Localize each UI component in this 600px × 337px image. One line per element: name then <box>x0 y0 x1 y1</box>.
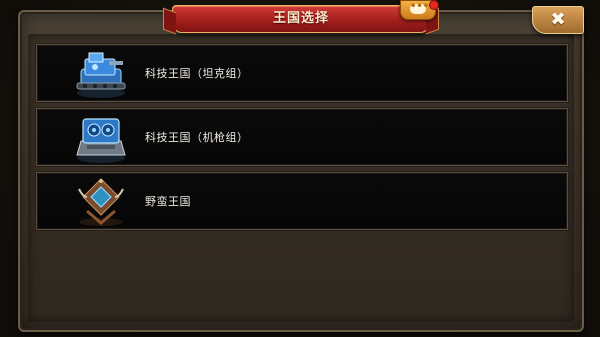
chat-bubble-icon: ••• <box>410 1 430 14</box>
barbarian-totem-icon <box>73 175 129 229</box>
dialog-title: 王国选择 <box>172 5 430 33</box>
kingdom-option-barbarian[interactable]: 野蛮王国 <box>36 172 568 230</box>
kingdom-option-tech-tank[interactable]: 科技王国（坦克组） <box>36 44 568 102</box>
kingdom-label: 科技王国（机枪组） <box>145 131 249 144</box>
kingdom-option-tech-machinegun[interactable]: 科技王国（机枪组） <box>36 108 568 166</box>
close-button[interactable]: ✖ <box>532 6 584 34</box>
blue-turret-icon <box>73 111 129 165</box>
kingdom-label: 野蛮王国 <box>145 195 191 208</box>
chat-button[interactable]: ••• <box>400 0 439 20</box>
game-screen: 王国选择 ••• ✖ 科技王国（坦克组） 科技王国（机枪组） 野蛮王国 <box>0 0 600 337</box>
close-icon: ✖ <box>550 9 566 30</box>
kingdom-label: 科技王国（坦克组） <box>145 67 249 80</box>
notification-dot <box>429 0 439 10</box>
blue-tank-icon <box>73 47 129 101</box>
